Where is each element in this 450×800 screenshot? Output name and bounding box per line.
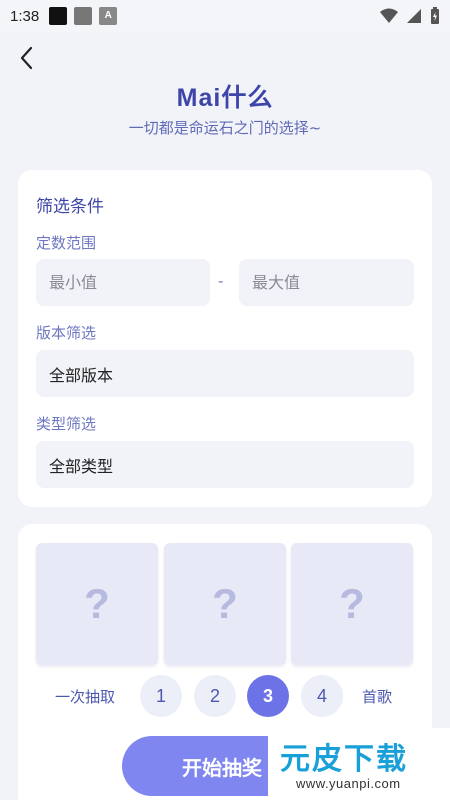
page-subtitle: 一切都是命运石之门的选择~ — [128, 119, 322, 137]
notification-icon — [49, 7, 68, 25]
max-level-input[interactable] — [239, 259, 414, 306]
level-range-label: 定数范围 — [36, 234, 97, 252]
site-watermark: 元皮下载 www.yuanpi.com — [268, 728, 450, 800]
count-option-4[interactable]: 4 — [301, 675, 343, 717]
count-option-1[interactable]: 1 — [140, 675, 182, 717]
signal-icon — [407, 9, 421, 23]
watermark-brand: 元皮下载 — [280, 742, 408, 777]
app-notification-icon — [74, 7, 93, 25]
wifi-icon — [380, 8, 398, 23]
draw-count-unit: 首歌 — [362, 688, 393, 706]
page-title: Mai什么 — [176, 84, 274, 112]
result-slot: ? — [36, 543, 158, 665]
filter-card: 筛选条件 定数范围 - 版本筛选 全部版本 类型筛选 全部类型 — [18, 170, 432, 507]
count-option-3[interactable]: 3 — [247, 675, 289, 717]
range-separator: - — [218, 272, 224, 290]
min-level-input[interactable] — [36, 259, 210, 306]
type-filter-label: 类型筛选 — [36, 415, 97, 433]
a-notification-icon: A — [99, 7, 118, 25]
status-bar: 1:38 A — [0, 0, 450, 32]
status-time: 1:38 — [10, 7, 40, 25]
count-option-2[interactable]: 2 — [194, 675, 236, 717]
filter-heading: 筛选条件 — [36, 197, 104, 217]
type-select[interactable]: 全部类型 — [36, 441, 414, 488]
version-filter-label: 版本筛选 — [36, 324, 97, 342]
battery-icon — [431, 7, 439, 24]
result-slot: ? — [164, 543, 286, 665]
result-slot: ? — [291, 543, 413, 665]
version-select-value: 全部版本 — [49, 365, 114, 385]
draw-count-selector: 一次抽取 1 2 3 4 首歌 — [18, 675, 432, 719]
version-select[interactable]: 全部版本 — [36, 350, 414, 397]
type-select-value: 全部类型 — [49, 456, 114, 476]
draw-count-label: 一次抽取 — [55, 688, 116, 706]
watermark-url: www.yuanpi.com — [296, 776, 401, 791]
back-arrow-icon[interactable] — [12, 42, 44, 74]
